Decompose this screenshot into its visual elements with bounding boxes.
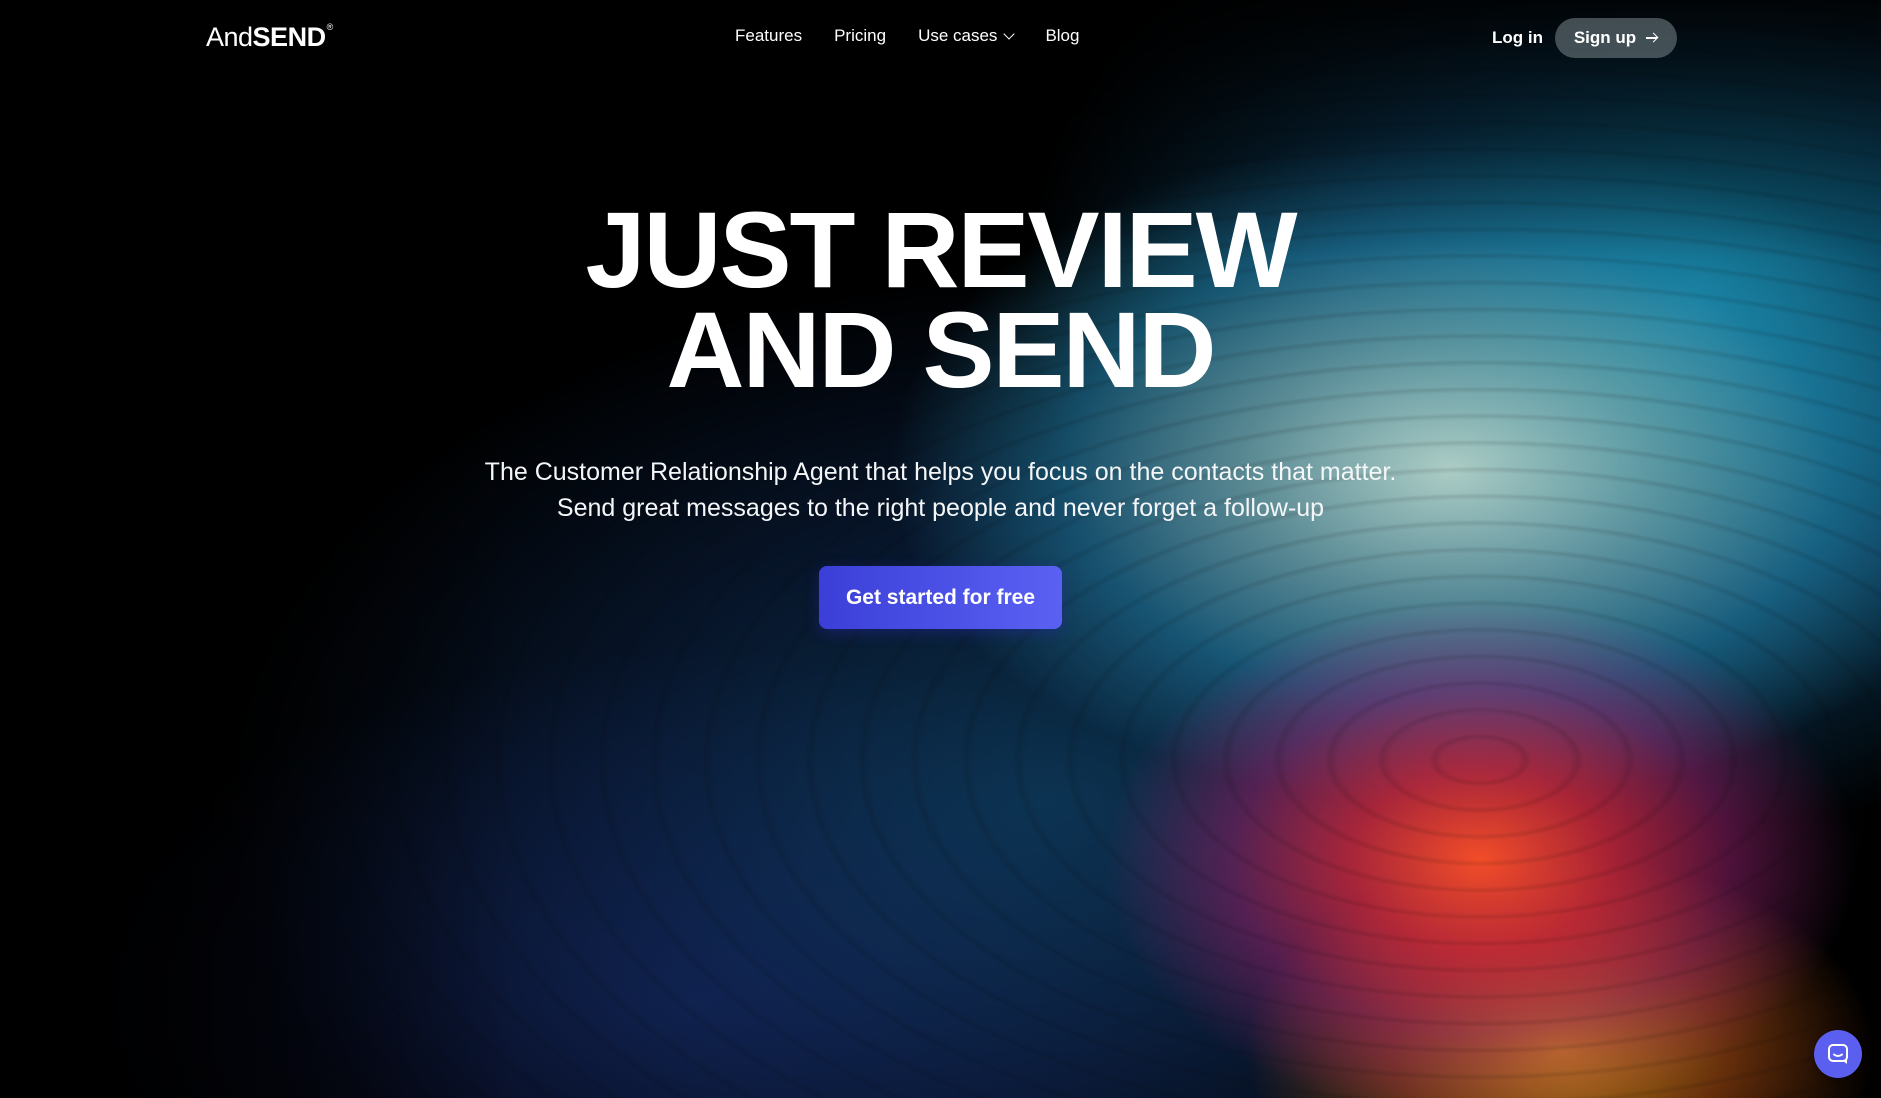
nav-pricing-label: Pricing: [834, 26, 887, 45]
logo-and: And: [206, 22, 253, 52]
site-header: AndSEND® Features Pricing Use cases Blog…: [0, 0, 1881, 78]
logo-send: SEND: [252, 22, 327, 52]
nav-use-cases[interactable]: Use cases: [918, 26, 1016, 46]
nav-blog[interactable]: Blog: [1045, 26, 1079, 46]
get-started-button[interactable]: Get started for free: [819, 566, 1062, 629]
nav-use-cases-label: Use cases: [918, 26, 998, 45]
hero-subtitle-line-1: The Customer Relationship Agent that hel…: [484, 458, 1397, 486]
landing-page: AndSEND® Features Pricing Use cases Blog…: [0, 0, 1881, 1098]
chat-bubble-icon: [1828, 1044, 1848, 1064]
nav-blog-label: Blog: [1045, 26, 1080, 45]
nav-features-label: Features: [735, 26, 803, 45]
chat-widget-button[interactable]: [1814, 1030, 1862, 1078]
andsend-logo[interactable]: AndSEND®: [206, 22, 333, 53]
nav-features[interactable]: Features: [735, 26, 802, 46]
login-link[interactable]: Log in: [1492, 28, 1543, 48]
hero-subtitle-line-2: Send great messages to the right people …: [556, 494, 1325, 522]
background-fade-left: [0, 0, 520, 1098]
hero-title-line-1: JUST REVIEW: [585, 189, 1297, 310]
nav-pricing[interactable]: Pricing: [834, 26, 886, 46]
hero-title-line-2: AND SEND: [666, 289, 1216, 410]
hero-title: JUST REVIEW AND SEND: [0, 189, 1881, 410]
logo-trademark: ®: [326, 22, 334, 32]
chevron-down-icon: [1003, 28, 1016, 40]
hero-subtitle: The Customer Relationship Agent that hel…: [0, 454, 1881, 526]
main-nav: Features Pricing Use cases Blog: [735, 26, 1079, 46]
signup-label: Sign up: [1573, 28, 1637, 47]
arrow-right-icon: [1646, 33, 1658, 43]
signup-button[interactable]: Sign up: [1555, 18, 1677, 58]
